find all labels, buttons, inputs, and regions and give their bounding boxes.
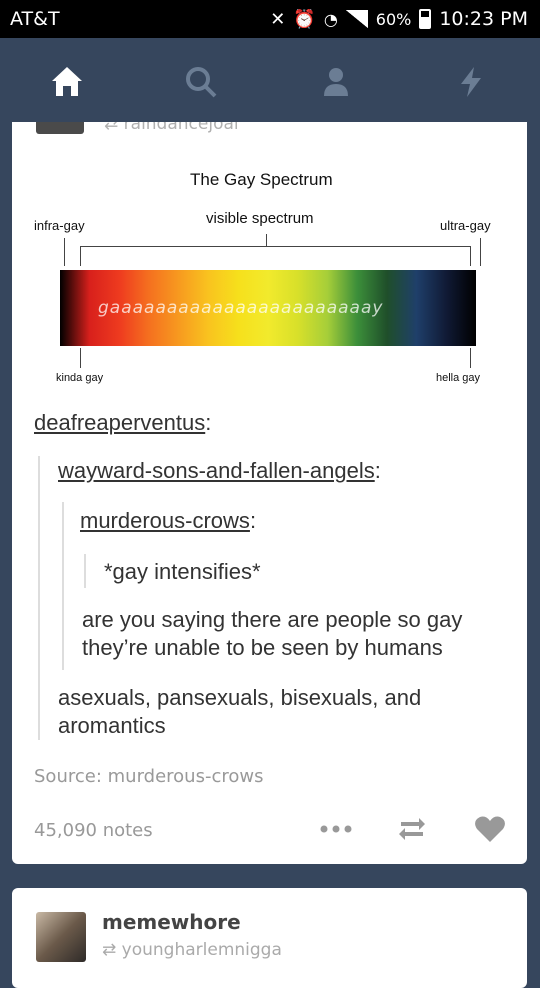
kinda-label: kinda gay xyxy=(56,372,104,384)
home-icon[interactable] xyxy=(47,62,87,102)
activity-icon[interactable] xyxy=(451,62,491,102)
ultra-tick xyxy=(480,238,481,266)
image-title: The Gay Spectrum xyxy=(190,170,333,189)
bracket-right xyxy=(470,246,471,266)
kinda-tick xyxy=(80,348,81,368)
post-text-1: *gay intensifies* xyxy=(104,559,261,584)
quote-border-2 xyxy=(62,502,64,670)
hella-tick xyxy=(470,348,471,368)
blog-name[interactable]: memewhore xyxy=(102,910,241,934)
status-icons: ✕ ⏰ ◔ 60% 10:23 PM xyxy=(270,8,528,30)
signal-icon xyxy=(345,10,368,28)
source-link[interactable]: murderous-crows xyxy=(108,766,264,787)
bracket-top xyxy=(80,246,471,247)
mute-icon: ✕ xyxy=(270,8,286,30)
quote-border-3 xyxy=(84,554,86,588)
notes-count[interactable]: 45,090 notes xyxy=(34,820,153,841)
like-icon[interactable] xyxy=(472,814,508,844)
infra-tick xyxy=(64,238,65,266)
status-bar: AT&T ✕ ⏰ ◔ 60% 10:23 PM xyxy=(0,0,540,38)
wifi-icon: ◔ xyxy=(323,9,338,29)
reblog-icon[interactable] xyxy=(394,814,430,844)
post-image: The Gay Spectrum visible spectrum infra-… xyxy=(34,162,504,402)
avatar[interactable] xyxy=(36,912,86,962)
battery-percent: 60% xyxy=(375,9,412,29)
visible-label: visible spectrum xyxy=(206,210,314,227)
reblog-source[interactable]: ⇄ raindancejoal xyxy=(104,122,239,134)
hella-label: hella gay xyxy=(436,372,481,384)
post-text-3: asexuals, pansexuals, bisexuals, and arom… xyxy=(58,685,422,738)
search-icon[interactable] xyxy=(181,62,221,102)
post-text-2: are you saying there are people so gay th… xyxy=(82,607,463,660)
username-2[interactable]: wayward-sons-and-fallen-angels: xyxy=(58,458,381,484)
battery-icon xyxy=(419,9,432,29)
alarm-icon: ⏰ xyxy=(293,8,316,30)
post-source[interactable]: Source: murderous-crows xyxy=(34,766,263,787)
bracket-center xyxy=(266,234,267,246)
infra-label: infra-gay xyxy=(34,218,85,233)
avatar[interactable] xyxy=(36,122,84,134)
reblog-source[interactable]: ⇄ youngharlemnigga xyxy=(102,940,282,960)
username-1[interactable]: deafreaperventus: xyxy=(34,410,211,436)
quote-border-1 xyxy=(38,456,40,740)
reblog-source-name[interactable]: youngharlemnigga xyxy=(122,940,282,960)
clock: 10:23 PM xyxy=(439,8,528,30)
carrier-label: AT&T xyxy=(10,8,60,30)
bracket-left xyxy=(80,246,81,266)
reblog-source-name[interactable]: raindancejoal xyxy=(124,122,239,134)
more-icon[interactable] xyxy=(318,814,354,844)
post-card: ⇄ raindancejoal The Gay Spectrum visible… xyxy=(12,122,527,864)
account-icon[interactable] xyxy=(316,62,356,102)
ultra-label: ultra-gay xyxy=(440,218,491,233)
next-post-card: memewhore ⇄ youngharlemnigga xyxy=(12,888,527,988)
spectrum-text: gaaaaaaaaaaaaaaaaaaaaaaay xyxy=(98,298,384,318)
username-3[interactable]: murderous-crows: xyxy=(80,508,256,534)
tumblr-nav-bar xyxy=(0,38,540,122)
